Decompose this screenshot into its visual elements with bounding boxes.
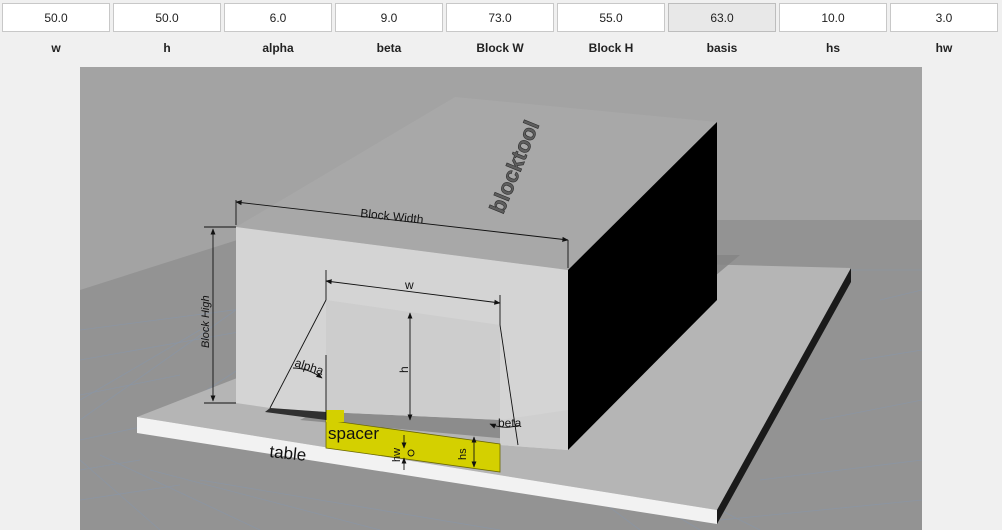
param-w: w xyxy=(2,3,110,55)
spacer-top-edge xyxy=(326,410,344,422)
w-dimension-label: w xyxy=(404,278,414,292)
param-block-w: Block W xyxy=(446,3,554,55)
beta-input[interactable] xyxy=(335,3,443,32)
basis-label: basis xyxy=(706,41,738,55)
block-high-label: Block High xyxy=(200,295,212,348)
hw-label: hw xyxy=(935,41,953,55)
param-basis: basis xyxy=(668,3,776,55)
parameter-bar: w h alpha beta Block W Block H basis hs … xyxy=(0,0,1002,62)
param-alpha: alpha xyxy=(224,3,332,55)
3d-viewport[interactable]: blocktool Block Width Block High w h alp… xyxy=(80,67,922,530)
block-h-input[interactable] xyxy=(557,3,665,32)
block-h-label: Block H xyxy=(588,41,634,55)
h-label: h xyxy=(163,41,171,55)
h-input[interactable] xyxy=(113,3,221,32)
table-label: table xyxy=(269,442,308,465)
spacer-label: spacer xyxy=(328,424,379,443)
alpha-label: alpha xyxy=(262,41,294,55)
param-hs: hs xyxy=(779,3,887,55)
hw-input[interactable] xyxy=(890,3,998,32)
param-hw: hw xyxy=(890,3,998,55)
hw-dimension-label: hw xyxy=(391,448,403,462)
hs-dimension-label: hs xyxy=(457,448,469,460)
block-w-label: Block W xyxy=(476,41,524,55)
h-dimension-label: h xyxy=(397,366,411,373)
w-input[interactable] xyxy=(2,3,110,32)
param-h: h xyxy=(113,3,221,55)
block-w-input[interactable] xyxy=(446,3,554,32)
param-beta: beta xyxy=(335,3,443,55)
w-label: w xyxy=(51,41,61,55)
param-block-h: Block H xyxy=(557,3,665,55)
beta-label: beta xyxy=(376,41,402,55)
basis-input[interactable] xyxy=(668,3,776,32)
scene-canvas: blocktool Block Width Block High w h alp… xyxy=(80,97,922,530)
beta-dimension-label: beta xyxy=(498,416,522,430)
alpha-input[interactable] xyxy=(224,3,332,32)
hs-label: hs xyxy=(825,41,840,55)
hs-input[interactable] xyxy=(779,3,887,32)
